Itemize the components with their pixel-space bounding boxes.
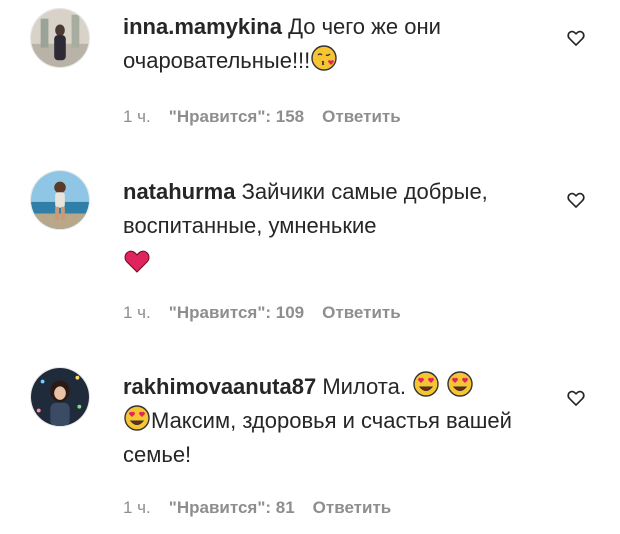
reply-button[interactable]: Ответить [322, 303, 401, 323]
comment-time: 1 ч. [123, 498, 151, 517]
comment-meta: 1 ч. "Нравится": 81 Ответить [123, 498, 391, 518]
comment-username[interactable]: inna.mamykina [123, 14, 282, 39]
heart-eyes-emoji [446, 370, 474, 398]
reply-button[interactable]: Ответить [313, 498, 392, 518]
comment-text: Максим, здоровья и счастья вашей семье! [123, 408, 512, 467]
comment-username[interactable]: natahurma [123, 179, 235, 204]
comment-time: 1 ч. [123, 107, 151, 126]
avatar[interactable] [30, 170, 90, 230]
comment-body: inna.mamykina До чего же они очарователь… [123, 10, 543, 78]
red-heart-emoji [123, 247, 151, 275]
avatar[interactable] [30, 367, 90, 427]
heart-outline-icon[interactable] [566, 190, 586, 210]
heart-outline-icon[interactable] [566, 388, 586, 408]
comment-username[interactable]: rakhimovaanuta87 [123, 374, 316, 399]
heart-eyes-emoji [123, 404, 151, 432]
comment-body: rakhimovaanuta87 Милота. Максим, здоровь… [123, 370, 543, 472]
comment-body: natahurma Зайчики самые добрые, воспитан… [123, 175, 543, 275]
comment-likes-count[interactable]: "Нравится": 81 [169, 498, 295, 518]
reply-button[interactable]: Ответить [322, 107, 401, 127]
comment-meta: 1 ч. "Нравится": 109 Ответить [123, 303, 401, 323]
face-blowing-kiss-emoji [310, 44, 338, 72]
comment-text: Милота. [322, 374, 406, 399]
heart-eyes-emoji [412, 370, 440, 398]
comment-time: 1 ч. [123, 303, 151, 322]
comment-likes-count[interactable]: "Нравится": 158 [169, 107, 304, 127]
comment-likes-count[interactable]: "Нравится": 109 [169, 303, 304, 323]
comment-meta: 1 ч. "Нравится": 158 Ответить [123, 107, 401, 127]
avatar[interactable] [30, 8, 90, 68]
heart-outline-icon[interactable] [566, 28, 586, 48]
